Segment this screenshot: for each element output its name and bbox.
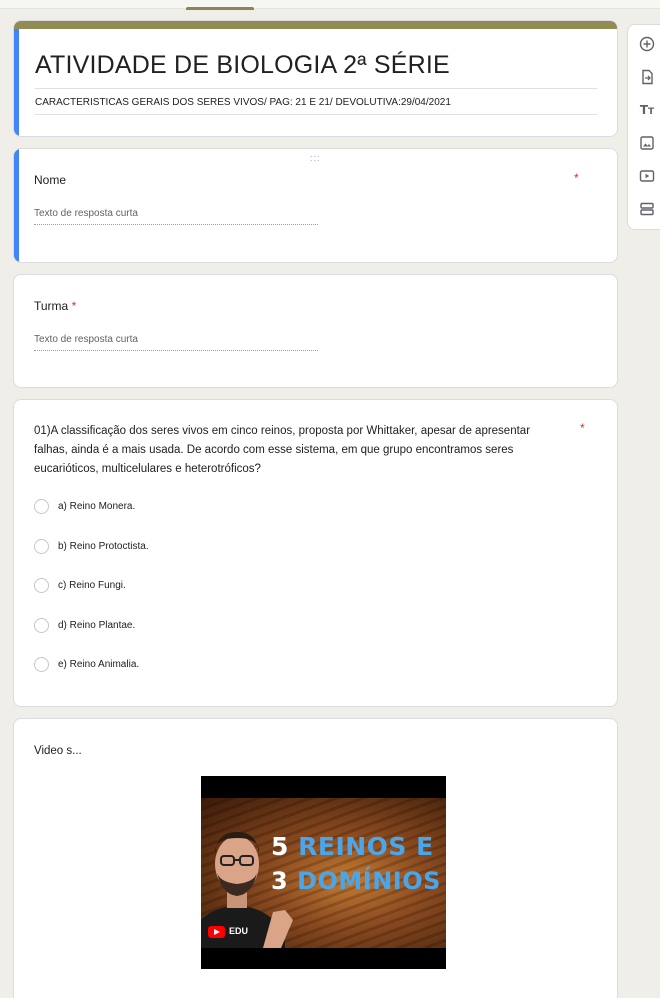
youtube-icon xyxy=(208,926,225,938)
radio-option-d[interactable]: d) Reino Plantae. xyxy=(34,618,135,633)
headline-number: 5 xyxy=(271,832,289,861)
focus-indicator xyxy=(14,29,19,136)
description-underline xyxy=(35,114,597,115)
form-description[interactable]: CARACTERISTICAS GERAIS DOS SERES VIVOS/ … xyxy=(35,97,451,108)
radio-button[interactable] xyxy=(34,499,49,514)
required-asterisk: * xyxy=(574,171,579,185)
question-title[interactable]: Nome xyxy=(34,173,66,187)
question-card-01[interactable]: 01)A classificação dos seres vivos em ci… xyxy=(13,399,618,707)
add-title-icon[interactable]: TT xyxy=(636,99,658,121)
channel-label: EDU xyxy=(229,926,249,936)
radio-option-c[interactable]: c) Reino Fungi. xyxy=(34,578,126,593)
option-label: d) Reino Plantae. xyxy=(58,620,136,631)
thumbnail-artwork: 5 REINOS E 3 DOMÍNIOS EDU xyxy=(201,798,446,948)
active-tab-indicator xyxy=(186,7,254,10)
import-questions-icon[interactable] xyxy=(636,66,658,88)
question-card-nome[interactable]: ::: Nome * Texto de resposta curta xyxy=(13,148,618,263)
headline-number: 3 xyxy=(271,867,289,895)
required-asterisk: * xyxy=(71,299,77,313)
option-label: a) Reino Monera. xyxy=(58,501,136,512)
theme-color-bar xyxy=(14,21,617,29)
question-title[interactable]: Turma * xyxy=(34,299,76,313)
short-answer-placeholder: Texto de resposta curta xyxy=(34,334,318,351)
radio-button[interactable] xyxy=(34,657,49,672)
top-nav-strip xyxy=(0,0,660,9)
radio-button[interactable] xyxy=(34,578,49,593)
radio-option-a[interactable]: a) Reino Monera. xyxy=(34,499,135,514)
headline-word: DOMÍNIOS xyxy=(297,867,441,895)
thumbnail-headline-2: 3 DOMÍNIOS xyxy=(271,867,441,895)
radio-option-b[interactable]: b) Reino Protoctista. xyxy=(34,539,149,554)
question-text[interactable]: 01)A classificação dos seres vivos em ci… xyxy=(34,422,534,479)
option-label: e) Reino Animalia. xyxy=(58,659,140,670)
video-thumbnail[interactable]: 5 REINOS E 3 DOMÍNIOS EDU xyxy=(201,776,446,969)
add-section-icon[interactable] xyxy=(636,198,658,220)
headline-word: REINOS E xyxy=(298,832,434,861)
focus-indicator xyxy=(14,149,19,262)
radio-button[interactable] xyxy=(34,539,49,554)
title-underline xyxy=(35,88,597,89)
radio-option-e[interactable]: e) Reino Animalia. xyxy=(34,657,139,672)
form-title[interactable]: ATIVIDADE DE BIOLOGIA 2ª SÉRIE xyxy=(35,51,450,80)
form-header-card[interactable]: ATIVIDADE DE BIOLOGIA 2ª SÉRIE CARACTERI… xyxy=(13,20,618,137)
short-answer-placeholder: Texto de resposta curta xyxy=(34,208,318,225)
question-toolbar: TT xyxy=(627,24,660,230)
radio-button[interactable] xyxy=(34,618,49,633)
drag-handle-icon[interactable]: ::: xyxy=(310,153,321,163)
question-card-turma[interactable]: Turma * Texto de resposta curta xyxy=(13,274,618,388)
add-image-icon[interactable] xyxy=(636,132,658,154)
thumbnail-headline-1: 5 REINOS E xyxy=(271,832,434,861)
add-question-icon[interactable] xyxy=(636,33,658,55)
required-asterisk: * xyxy=(580,421,585,435)
question-title-text: Turma xyxy=(34,299,69,313)
option-label: b) Reino Protoctista. xyxy=(58,541,149,552)
video-card[interactable]: Video s... 5 REINOS E 3 DOMÍNIOS EDU xyxy=(13,718,618,998)
option-label: c) Reino Fungi. xyxy=(58,580,126,591)
video-title[interactable]: Video s... xyxy=(34,745,82,757)
add-video-icon[interactable] xyxy=(636,165,658,187)
